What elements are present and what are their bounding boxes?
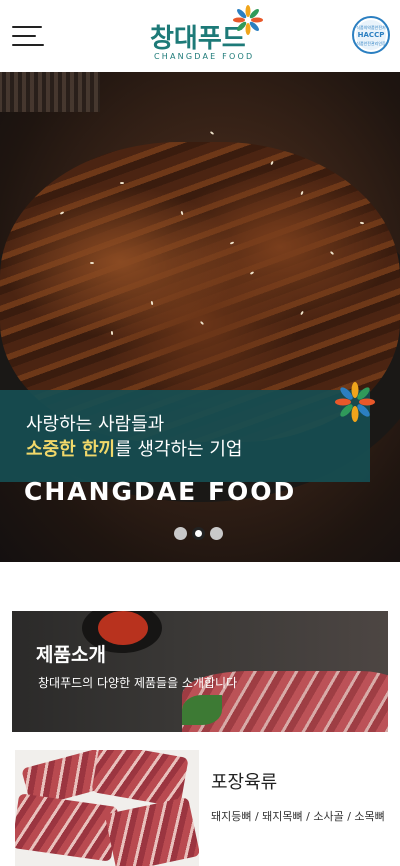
hero-caption-line1: 사랑하는 사람들과 (26, 414, 165, 435)
haccp-badge: 식품의약품안전처 HACCP 식품안전관리인증 (352, 16, 390, 54)
haccp-label: HACCP (357, 31, 385, 39)
hero-caption-rest: 를 생각하는 기업 (115, 439, 243, 460)
hero-caption-highlight: 소중한 한끼 (26, 439, 116, 460)
hero-slider[interactable]: 사랑하는 사람들과 소중한 한끼를 생각하는 기업 CHANGDAE FOOD (0, 72, 400, 562)
site-header: 창대푸드 CHANGDAE FOOD 식품의약품안전처 HACCP 식품안전관리… (0, 0, 400, 72)
slider-pagination (174, 527, 234, 541)
grill-image (0, 72, 100, 112)
slider-dot-2[interactable] (192, 527, 205, 540)
flower-logo-icon (233, 5, 263, 35)
product-intro-banner[interactable]: 제품소개 창대푸드의 다양한 제품들을 소개합니다 (12, 611, 388, 732)
brand-logo[interactable]: 창대푸드 CHANGDAE FOOD (150, 4, 270, 66)
slider-dot-3[interactable] (210, 527, 223, 540)
haccp-bottom-text: 식품안전관리인증 (356, 41, 386, 46)
hero-caption-line2: 소중한 한끼를 생각하는 기업 (26, 435, 242, 461)
product-category-title: 포장육류 (211, 772, 278, 793)
hero-brand-text: CHANGDAE FOOD (24, 477, 297, 506)
product-category-items: 돼지등뼈 / 돼지목뼈 / 소사골 / 소목뼈 (211, 810, 385, 823)
slider-dot-1[interactable] (174, 527, 187, 540)
product-category-item[interactable]: 포장육류 돼지등뼈 / 돼지목뼈 / 소사골 / 소목뼈 (15, 750, 395, 866)
product-image (15, 750, 199, 866)
intro-description: 창대푸드의 다양한 제품들을 소개합니다 (38, 676, 238, 690)
flower-emblem-icon (335, 382, 375, 422)
logo-english-text: CHANGDAE FOOD (154, 52, 255, 61)
intro-title: 제품소개 (36, 644, 106, 666)
hamburger-menu-icon[interactable] (12, 26, 44, 50)
herb-image (182, 695, 222, 725)
